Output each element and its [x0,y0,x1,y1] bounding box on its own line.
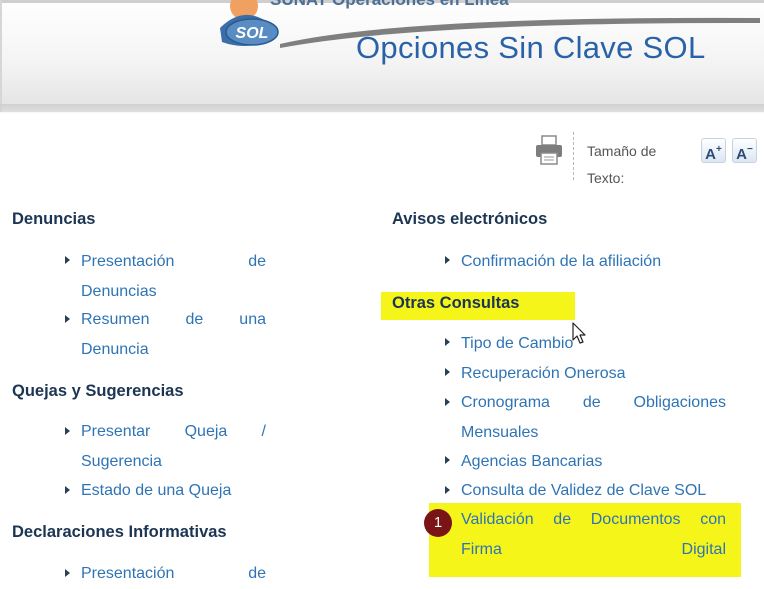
link-line1: Validación de Documentos con [461,511,726,528]
banner-shadow [0,104,764,114]
bullet-icon [65,569,70,577]
link-line1: Presentación de [81,253,266,270]
printer-icon[interactable] [534,134,564,166]
link-agencias-bancarias[interactable]: Agencias Bancarias [461,447,602,477]
link-line1: Presentar Queja / [81,423,266,440]
link-line2: Sugerencia [81,452,162,470]
bullet-icon [445,456,450,464]
banner-subtitle: SUNAT Operaciones en Línea [270,0,509,10]
link-cronograma-obligaciones[interactable]: Cronograma de Obligaciones Mensuales [461,388,726,447]
link-presentar-queja[interactable]: Presentar Queja / Sugerencia [81,417,266,476]
link-tipo-cambio[interactable]: Tipo de Cambio [461,329,573,359]
link-line1: Cronograma de Obligaciones [461,394,726,411]
increase-font-label: A [705,146,716,163]
heading-denuncias: Denuncias [12,210,96,228]
sol-logo-icon: SOL [220,0,279,46]
bullet-icon [65,486,70,494]
bullet-icon [445,368,450,376]
annotation-badge: 1 [424,509,452,537]
link-presentacion-declaraciones[interactable]: Presentación de [81,559,266,589]
increase-font-button[interactable]: A+ [701,138,726,163]
link-resumen-denuncia[interactable]: Resumen de una Denuncia [81,305,266,364]
link-confirmacion-afiliacion[interactable]: Confirmación de la afiliación [461,247,661,277]
decrease-font-button[interactable]: A− [732,138,757,163]
decrease-font-label: A [736,146,747,163]
link-line2: Firma Digital [461,540,726,558]
decrease-font-sup: − [747,144,753,155]
header-banner: SUNAT Operaciones en Línea SOL Opciones … [0,0,764,112]
heading-otras-consultas: Otras Consultas [392,294,520,312]
page-title: Opciones Sin Clave SOL [356,30,706,65]
link-line2: Denuncias [81,282,157,300]
bullet-icon [445,256,450,264]
heading-quejas: Quejas y Sugerencias [12,382,184,400]
link-presentacion-denuncias[interactable]: Presentación de Denuncias [81,247,266,306]
bullet-icon [445,398,450,406]
link-validacion-documentos[interactable]: Validación de Documentos con Firma Digita… [461,505,726,564]
mouse-cursor-icon [572,322,586,344]
bullet-icon [445,486,450,494]
link-recuperacion-onerosa[interactable]: Recuperación Onerosa [461,359,626,389]
link-estado-queja[interactable]: Estado de una Queja [81,476,231,506]
toolbar-separator [573,132,574,180]
link-line2: Mensuales [461,423,539,441]
link-validez-clave-sol[interactable]: Consulta de Validez de Clave SOL [461,476,706,506]
increase-font-sup: + [716,144,722,155]
logo-text: SOL [236,25,269,42]
bullet-icon [445,338,450,346]
text-size-label: Tamaño de Texto: [587,143,657,186]
bullet-icon [65,427,70,435]
bullet-icon [65,315,70,323]
link-line2: Denuncia [81,340,149,358]
bullet-icon [65,256,70,264]
banner-left-border [0,0,2,112]
heading-avisos: Avisos electrónicos [392,210,548,228]
link-line1: Resumen de una [81,311,266,328]
heading-declaraciones: Declaraciones Informativas [12,523,227,541]
